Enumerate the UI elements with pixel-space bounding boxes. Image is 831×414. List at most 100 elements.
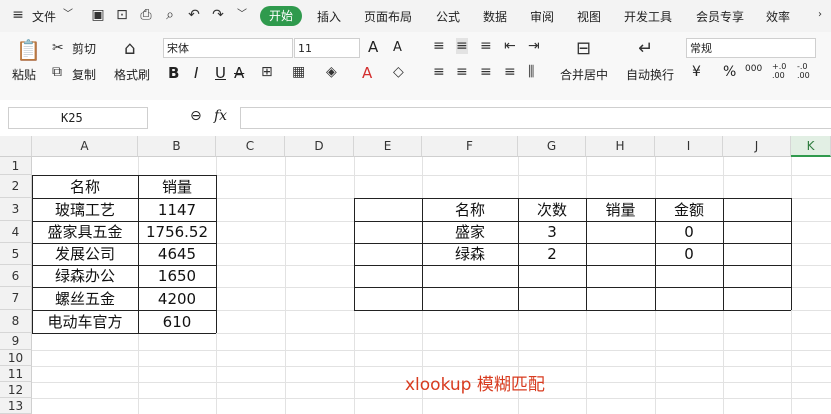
cell-f5[interactable]: 绿森 <box>422 244 518 265</box>
paste-icon[interactable]: 📋 <box>16 38 41 62</box>
menu-icon[interactable]: ≡ <box>10 7 26 23</box>
distribute-icon[interactable]: ⫼ <box>528 64 534 80</box>
cell-i4[interactable]: 0 <box>655 222 723 243</box>
italic-button[interactable]: I <box>194 64 198 82</box>
number-format-select[interactable]: 常规 <box>686 38 816 58</box>
clear-icon[interactable]: ◇ <box>393 64 404 80</box>
scissors-icon[interactable]: ✂ <box>52 40 64 56</box>
cell-g5[interactable]: 2 <box>518 244 586 265</box>
cell-a2-header[interactable]: 名称 <box>32 176 138 198</box>
file-menu[interactable]: 文件 <box>32 8 56 25</box>
column-header-e[interactable]: E <box>354 136 422 157</box>
redo-icon[interactable]: ↷ <box>210 7 226 23</box>
cell-a5[interactable]: 发展公司 <box>32 244 138 265</box>
align-middle-icon[interactable]: ≡ <box>456 38 468 54</box>
tab-member[interactable]: 会员专享 <box>696 8 744 25</box>
align-left-icon[interactable]: ≡ <box>433 64 445 80</box>
column-header-d[interactable]: D <box>285 136 354 157</box>
copy-button[interactable]: 复制 <box>72 66 96 83</box>
font-size-select[interactable]: 11 <box>294 38 360 58</box>
thousands-button[interactable]: 000 <box>745 64 762 74</box>
tab-review[interactable]: 审阅 <box>530 8 554 25</box>
tab-view[interactable]: 视图 <box>577 8 601 25</box>
name-box[interactable]: K25 <box>8 107 148 129</box>
currency-button[interactable]: ¥ <box>692 64 701 80</box>
cell-g3-header[interactable]: 次数 <box>518 199 586 221</box>
tab-developer[interactable]: 开发工具 <box>624 8 672 25</box>
column-header-f[interactable]: F <box>422 136 518 157</box>
row-header-5[interactable]: 5 <box>0 243 32 265</box>
align-top-icon[interactable]: ≡ <box>433 38 445 54</box>
font-shrink-button[interactable]: A <box>393 40 402 55</box>
underline-button[interactable]: U <box>215 64 226 82</box>
tab-page-layout[interactable]: 页面布局 <box>364 8 412 25</box>
tab-home[interactable]: 开始 <box>260 6 302 26</box>
border-icon[interactable]: ⊞ <box>261 64 273 80</box>
cell-b4[interactable]: 1756.52 <box>138 222 216 243</box>
align-right-icon[interactable]: ≡ <box>480 64 492 80</box>
cell-a4[interactable]: 盛家具五金 <box>32 222 138 243</box>
indent-decrease-icon[interactable]: ⇤ <box>504 38 516 54</box>
merge-center-icon[interactable]: ⊟ <box>576 38 591 59</box>
row-header-4[interactable]: 4 <box>0 221 32 243</box>
cell-i5[interactable]: 0 <box>655 244 723 265</box>
cell-b6[interactable]: 1650 <box>138 266 216 287</box>
cell-b8[interactable]: 610 <box>138 311 216 333</box>
font-grow-button[interactable]: A <box>368 38 378 56</box>
cell-a3[interactable]: 玻璃工艺 <box>32 199 138 221</box>
column-header-a[interactable]: A <box>32 136 138 157</box>
column-header-i[interactable]: I <box>655 136 723 157</box>
fx-button[interactable]: fx <box>214 108 227 124</box>
chevron-down-icon[interactable]: ﹀ <box>60 7 76 23</box>
save-icon[interactable]: ▣ <box>90 7 106 23</box>
cell-f4[interactable]: 盛家 <box>422 222 518 243</box>
wrap-text-button[interactable]: 自动换行 <box>626 66 674 83</box>
select-all-corner[interactable] <box>0 136 32 157</box>
row-header-9[interactable]: 9 <box>0 333 32 350</box>
cell-b2-header[interactable]: 销量 <box>138 176 216 198</box>
justify-icon[interactable]: ≡ <box>504 64 516 80</box>
tab-efficiency[interactable]: 效率 <box>766 8 790 25</box>
cell-b7[interactable]: 4200 <box>138 288 216 310</box>
cell-h3-header[interactable]: 销量 <box>586 199 655 221</box>
increase-decimal-button[interactable]: +.0.00 <box>772 62 786 80</box>
align-center-icon[interactable]: ≡ <box>456 64 468 80</box>
formula-input[interactable] <box>240 107 831 129</box>
print-preview-icon[interactable]: ⌕ <box>162 7 178 23</box>
fill-pattern-icon[interactable]: ▦ <box>292 64 305 80</box>
row-header-2[interactable]: 2 <box>0 175 32 198</box>
row-header-6[interactable]: 6 <box>0 265 32 287</box>
strikethrough-button[interactable]: A <box>234 64 244 82</box>
font-color-icon[interactable]: A <box>362 64 372 82</box>
indent-increase-icon[interactable]: ⇥ <box>528 38 540 54</box>
cell-f3-header[interactable]: 名称 <box>422 199 518 221</box>
copy-icon[interactable]: ⧉ <box>52 64 62 80</box>
cell-a8[interactable]: 电动车官方 <box>32 311 138 333</box>
cell-h4[interactable] <box>586 222 655 243</box>
row-header-11[interactable]: 11 <box>0 366 32 382</box>
tab-insert[interactable]: 插入 <box>317 8 341 25</box>
column-header-b[interactable]: B <box>138 136 216 157</box>
format-painter-icon[interactable]: ⌂ <box>124 38 135 59</box>
cell-a7[interactable]: 螺丝五金 <box>32 288 138 310</box>
bold-button[interactable]: B <box>168 64 179 82</box>
row-header-7[interactable]: 7 <box>0 287 32 310</box>
font-name-select[interactable]: 宋体 <box>163 38 293 58</box>
cell-i3-header[interactable]: 金额 <box>655 199 723 221</box>
cell-h5[interactable] <box>586 244 655 265</box>
row-header-8[interactable]: 8 <box>0 310 32 333</box>
row-header-10[interactable]: 10 <box>0 350 32 366</box>
row-header-12[interactable]: 12 <box>0 382 32 398</box>
export-icon[interactable]: ⊡ <box>114 7 130 23</box>
row-header-3[interactable]: 3 <box>0 198 32 221</box>
column-header-j[interactable]: J <box>723 136 791 157</box>
percent-button[interactable]: % <box>723 64 736 80</box>
cell-a6[interactable]: 绿森办公 <box>32 266 138 287</box>
cut-button[interactable]: 剪切 <box>72 40 96 57</box>
row-header-1[interactable]: 1 <box>0 157 32 175</box>
decrease-decimal-button[interactable]: -.0.00 <box>797 62 810 80</box>
tab-data[interactable]: 数据 <box>483 8 507 25</box>
paste-button[interactable]: 粘贴 <box>12 66 36 83</box>
fill-color-icon[interactable]: ◈ <box>326 64 337 80</box>
merge-center-button[interactable]: 合并居中 <box>560 66 608 83</box>
